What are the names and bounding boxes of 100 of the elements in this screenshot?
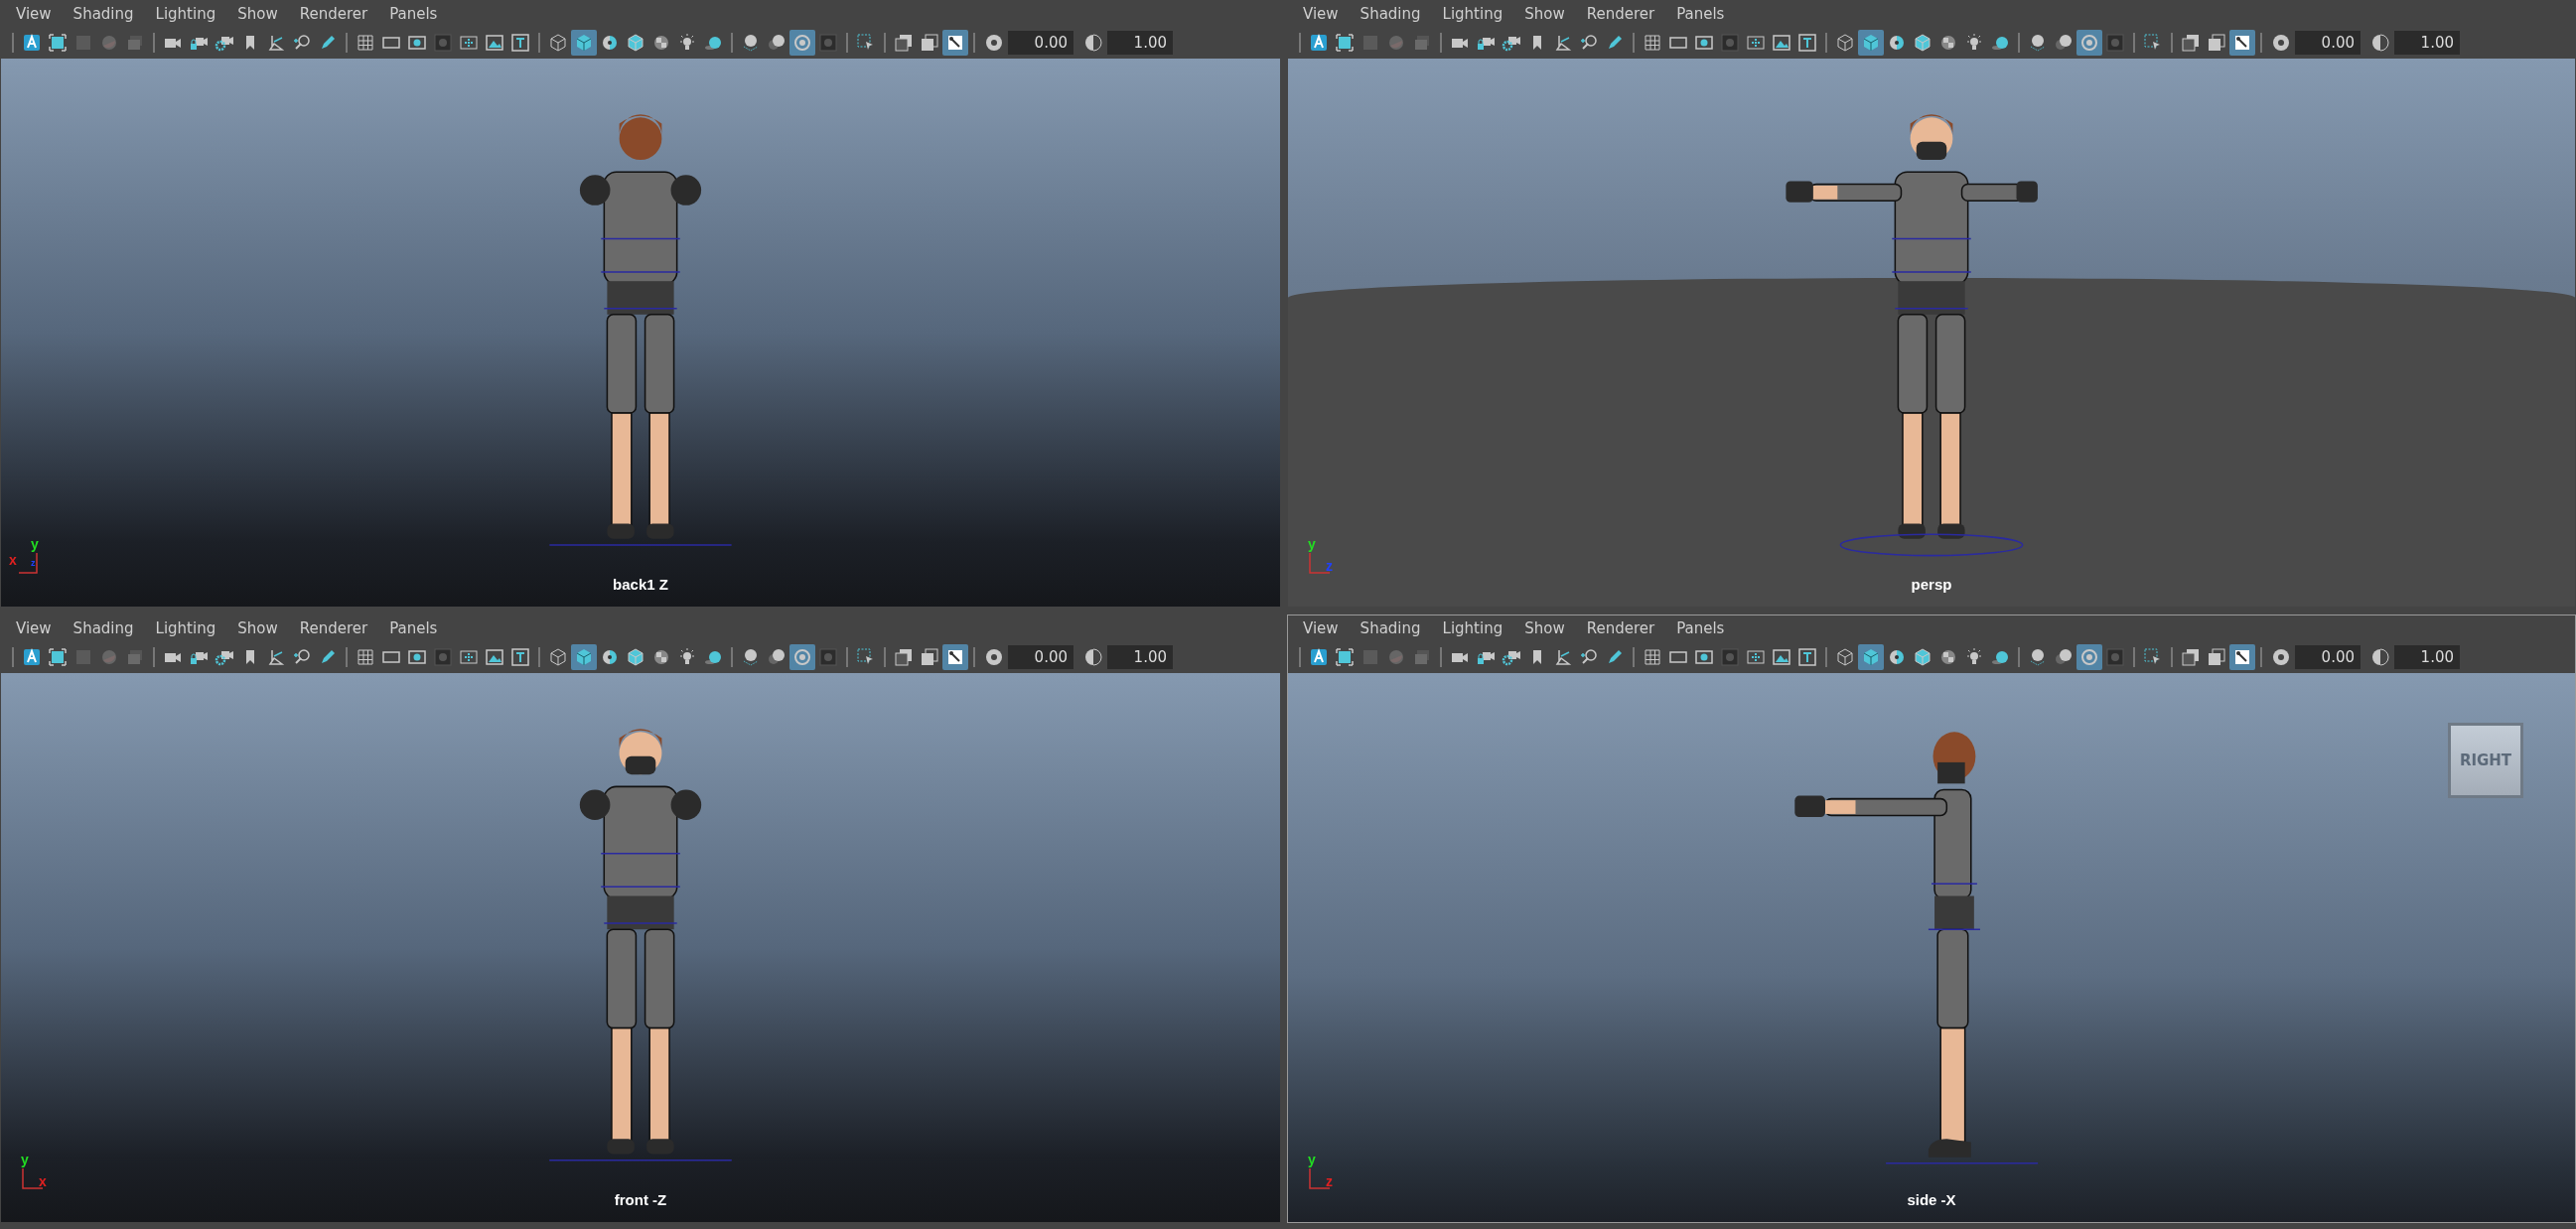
menu-item[interactable]: Lighting [1431,616,1514,640]
camera-name-label: back1 Z [613,576,668,593]
motion-blur-icon [2054,647,2074,667]
menu-item[interactable]: Renderer [288,616,379,640]
light-bulb-icon [1964,33,1984,53]
image-plane-icon [1772,33,1791,53]
textured-cube-icon [1913,33,1932,53]
menu-item[interactable]: Show [226,616,289,640]
axis-label: y [31,537,39,551]
checker-icon [651,647,671,667]
frame-icon [1335,647,1355,667]
half-circle-icon[interactable] [2370,647,2390,667]
grid-icon [356,647,375,667]
anti-alias-icon [2079,33,2099,53]
menu-item[interactable]: Show [226,2,289,26]
resolution-gate-icon [407,647,427,667]
field-chart-icon [459,33,479,53]
sphere-icon [99,33,119,53]
menu-item[interactable]: Show [1513,2,1576,26]
menu-item[interactable]: Lighting [1431,2,1514,26]
menu-item[interactable]: Panels [1665,2,1736,26]
wireframe-cube-icon [548,647,568,667]
exposure-field[interactable]: 0.00 [2295,645,2361,669]
anti-alias-icon [792,33,812,53]
menu-item[interactable]: Renderer [288,2,379,26]
half-shaded-icon [1887,647,1907,667]
motion-blur-icon [2054,33,2074,53]
wireframe-cube-icon [548,33,568,53]
half-circle-icon[interactable] [1083,33,1103,53]
half-circle-icon[interactable] [1083,647,1103,667]
half-shaded-icon [600,647,620,667]
axis-label: z [1326,559,1333,573]
shaded-cube-icon [574,33,594,53]
exposure-field[interactable]: 0.00 [1008,31,1073,55]
textured-cube-icon [1913,647,1932,667]
camera-name-label: persp [1911,576,1952,593]
dark-square-icon [2105,33,2125,53]
grid-icon [1643,33,1662,53]
sphere-icon [99,647,119,667]
field-chart-icon [1746,647,1766,667]
isolate-select-icon [894,647,914,667]
exposure-field[interactable]: 0.00 [1008,645,1073,669]
motion-blur-icon [767,33,787,53]
frame-icon [48,33,68,53]
menu-item[interactable]: View [5,2,63,26]
menu-item[interactable]: Panels [378,616,449,640]
menu-item[interactable]: View [1292,2,1350,26]
menu-item[interactable]: Show [1513,616,1576,640]
camera-attribute-icon [22,33,42,53]
image-plane-icon [1772,647,1791,667]
gamma-field[interactable]: 1.00 [2394,31,2460,55]
menu-item[interactable]: Lighting [144,616,227,640]
menu-item[interactable]: View [1292,616,1350,640]
textured-cube-icon [626,33,645,53]
layers-icon [1412,647,1432,667]
motion-blur-icon [767,647,787,667]
half-circle-icon[interactable] [2370,33,2390,53]
light-bulb-icon [1964,647,1984,667]
gamma-field[interactable]: 1.00 [1107,645,1173,669]
image-plane-icon [485,33,504,53]
aperture-icon[interactable] [984,33,1004,53]
sphere-icon [1386,647,1406,667]
menu-item[interactable]: Renderer [1575,616,1666,640]
exposure-field[interactable]: 0.00 [2295,31,2361,55]
axis-label: x [39,1174,47,1188]
image-plane-icon [485,647,504,667]
dark-square-icon [1720,33,1740,53]
menu-item[interactable]: Shading [1349,616,1432,640]
frame-icon [48,647,68,667]
text-icon [510,647,530,667]
isolate-select-icon [2181,33,2201,53]
shaded-cube-icon [1861,33,1881,53]
aperture-icon[interactable] [984,647,1004,667]
dark-square-icon [1720,647,1740,667]
half-shaded-icon [600,33,620,53]
frame-icon [1335,33,1355,53]
dark-square-icon [433,647,453,667]
menu-item[interactable]: Lighting [144,2,227,26]
gamma-field[interactable]: 1.00 [1107,31,1173,55]
camera-attribute-icon [1309,647,1329,667]
camera-name-label: front -Z [614,1191,667,1208]
textured-cube-icon [626,647,645,667]
menu-item[interactable]: Panels [378,2,449,26]
axis-label: z [31,559,36,568]
menu-item[interactable]: Shading [62,616,145,640]
menu-item[interactable]: Panels [1665,616,1736,640]
axis-label: y [1308,537,1316,551]
menu-item[interactable]: Renderer [1575,2,1666,26]
aperture-icon[interactable] [2271,647,2291,667]
menu-item[interactable]: View [5,616,63,640]
gamma-field[interactable]: 1.00 [2394,645,2460,669]
light-bulb-icon [677,647,697,667]
dark-square-icon [433,33,453,53]
aperture-icon[interactable] [2271,33,2291,53]
text-icon [1797,647,1817,667]
half-shaded-icon [1887,33,1907,53]
menu-item[interactable]: Shading [62,2,145,26]
axis-label: y [21,1153,29,1166]
menu-item[interactable]: Shading [1349,2,1432,26]
resolution-gate-icon [1694,33,1714,53]
